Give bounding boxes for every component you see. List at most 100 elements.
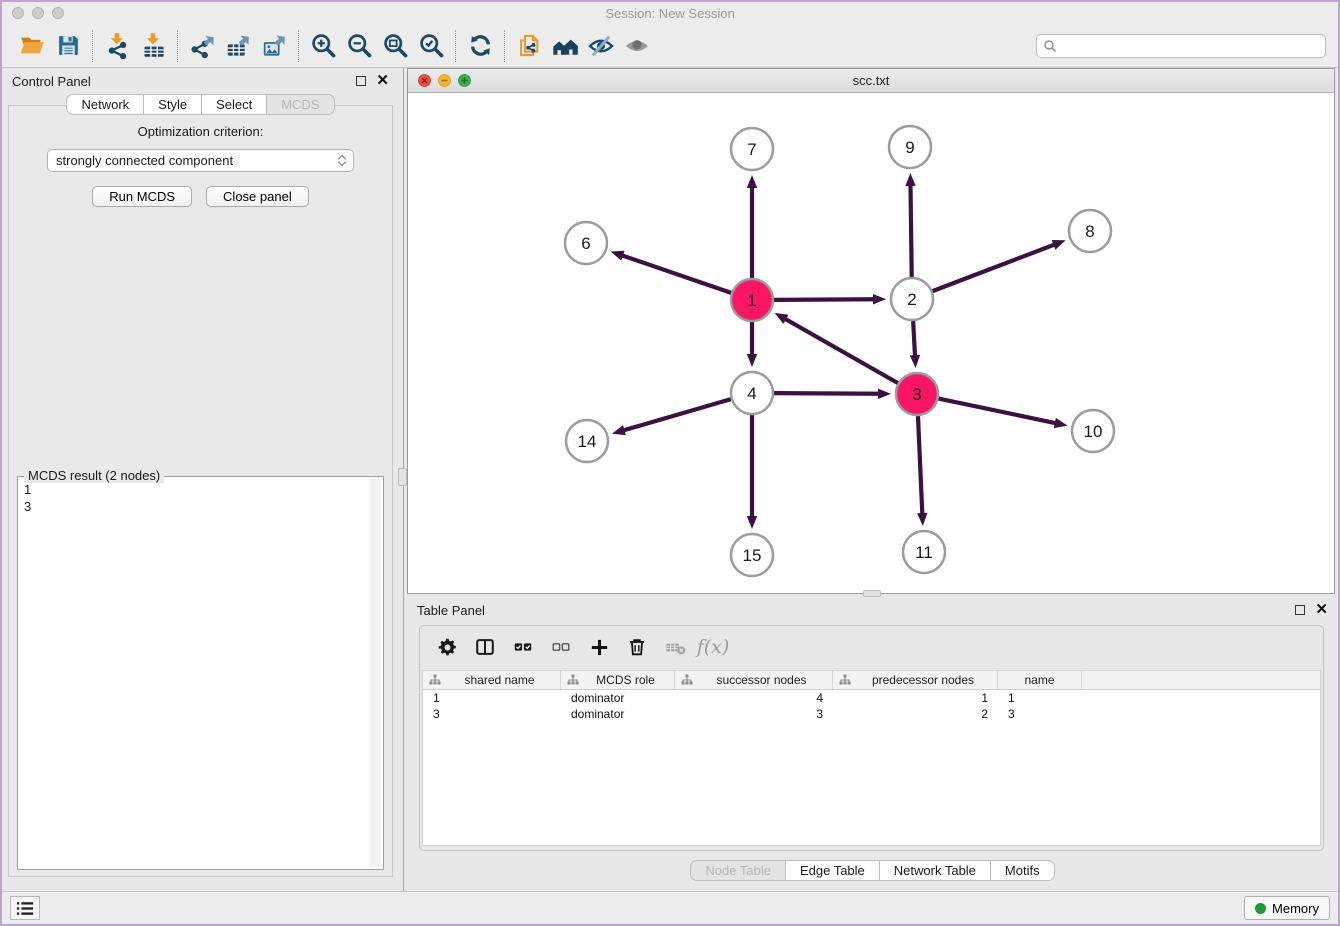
zoom-out-icon[interactable] [341, 28, 377, 64]
table-cell[interactable]: 1 [998, 691, 1082, 705]
result-scrollbar[interactable] [370, 479, 381, 867]
optimization-criterion-dropdown[interactable]: strongly connected component [47, 149, 354, 172]
table-row[interactable]: 1dominator411 [423, 690, 1320, 706]
table-cell[interactable]: 3 [998, 707, 1082, 721]
edge-2-9[interactable] [910, 184, 911, 277]
window-titlebar: Session: New Session [2, 2, 1338, 24]
node-label: 14 [578, 432, 597, 451]
edge-1-2[interactable] [774, 299, 875, 300]
tab-style[interactable]: Style [143, 94, 202, 115]
search-field[interactable] [1036, 34, 1326, 58]
tab-edge-table[interactable]: Edge Table [785, 860, 880, 881]
deselect-all-checkboxes-icon[interactable] [542, 629, 580, 665]
network-title: scc.txt [853, 73, 890, 88]
gear-icon[interactable] [428, 629, 466, 665]
tab-motifs[interactable]: Motifs [990, 860, 1055, 881]
minimize-network-icon[interactable] [438, 74, 451, 87]
control-panel-header: Control Panel ✕ [2, 68, 399, 94]
table-cell[interactable]: 3 [675, 707, 833, 721]
edge-3-1[interactable] [784, 318, 898, 383]
show-all-networks-icon[interactable] [547, 28, 583, 64]
minimize-window-icon[interactable] [32, 7, 44, 19]
horizontal-splitter-handle[interactable] [863, 590, 881, 597]
column-header-mcds-role[interactable]: MCDS role [561, 671, 675, 689]
table-cell[interactable]: dominator [561, 691, 675, 705]
tab-select[interactable]: Select [201, 94, 267, 115]
tab-node-table[interactable]: Node Table [690, 860, 786, 881]
column-header-shared-name[interactable]: shared name [423, 671, 561, 689]
run-mcds-button[interactable]: Run MCDS [92, 186, 192, 207]
vertical-splitter[interactable] [403, 68, 404, 891]
import-network-icon[interactable] [99, 28, 135, 64]
edge-1-6[interactable] [621, 255, 731, 293]
search-input[interactable] [1061, 39, 1319, 53]
show-selected-icon[interactable] [619, 28, 655, 64]
maximize-network-icon[interactable] [458, 74, 471, 87]
close-panel-icon[interactable]: ✕ [376, 76, 389, 86]
tab-mcds[interactable]: MCDS [266, 94, 334, 115]
save-session-icon[interactable] [50, 28, 86, 64]
table-cell[interactable]: 1 [833, 691, 998, 705]
edge-3-10[interactable] [939, 399, 1057, 424]
column-header-name[interactable]: name [998, 671, 1082, 689]
add-column-icon[interactable] [580, 629, 618, 665]
close-window-icon[interactable] [12, 7, 24, 19]
close-network-icon[interactable] [418, 74, 431, 87]
select-all-checkboxes-icon[interactable] [504, 629, 542, 665]
export-table-icon[interactable] [220, 28, 256, 64]
table-cell[interactable]: dominator [561, 707, 675, 721]
open-file-icon[interactable] [14, 28, 50, 64]
node-table[interactable]: shared nameMCDS rolesuccessor nodesprede… [422, 670, 1321, 846]
node-label: 15 [743, 546, 762, 565]
memory-status-icon [1255, 903, 1266, 914]
edge-4-14[interactable] [623, 399, 731, 431]
delete-column-icon[interactable] [618, 629, 656, 665]
mcds-result-text[interactable]: 13 [22, 479, 369, 867]
main-toolbar [2, 24, 1338, 68]
import-table-icon[interactable] [135, 28, 171, 64]
network-window-titlebar: scc.txt [408, 69, 1334, 93]
list-icon [16, 901, 34, 916]
arrowhead-icon [747, 516, 757, 529]
close-table-panel-icon[interactable]: ✕ [1315, 605, 1328, 615]
zoom-fit-icon[interactable] [377, 28, 413, 64]
network-canvas[interactable]: 7968124314101511 [408, 93, 1334, 593]
status-bar: Memory [2, 891, 1338, 924]
delete-table-icon [656, 629, 694, 665]
tab-network[interactable]: Network [66, 94, 144, 115]
memory-button[interactable]: Memory [1244, 896, 1330, 920]
table-cell[interactable]: 2 [833, 707, 998, 721]
export-network-icon[interactable] [184, 28, 220, 64]
edge-2-8[interactable] [933, 244, 1056, 291]
arrowhead-icon [775, 313, 789, 324]
zoom-in-icon[interactable] [305, 28, 341, 64]
column-header-predecessor-nodes[interactable]: predecessor nodes [833, 671, 998, 689]
task-history-button[interactable] [10, 896, 40, 920]
column-header-successor-nodes[interactable]: successor nodes [675, 671, 833, 689]
node-label: 8 [1085, 222, 1094, 241]
zoom-selected-icon[interactable] [413, 28, 449, 64]
tab-network-table[interactable]: Network Table [879, 860, 991, 881]
splitter-handle[interactable] [398, 468, 407, 486]
refresh-view-icon[interactable] [462, 28, 498, 64]
table-cell[interactable]: 1 [423, 691, 561, 705]
hide-selected-icon[interactable] [583, 28, 619, 64]
fx-label: f(x) [697, 636, 730, 658]
float-panel-icon[interactable] [356, 76, 366, 86]
edge-3-11[interactable] [918, 416, 922, 515]
float-table-panel-icon[interactable] [1295, 605, 1305, 615]
table-cell[interactable]: 4 [675, 691, 833, 705]
table-row[interactable]: 3dominator323 [423, 706, 1320, 722]
network-graph[interactable]: 7968124314101511 [408, 93, 1334, 593]
split-columns-icon[interactable] [466, 629, 504, 665]
arrowhead-icon [1052, 240, 1066, 250]
close-panel-button[interactable]: Close panel [206, 186, 309, 207]
node-label: 1 [747, 291, 756, 310]
zoom-window-icon[interactable] [52, 7, 64, 19]
clone-network-icon[interactable] [511, 28, 547, 64]
export-image-icon[interactable] [256, 28, 292, 64]
table-cell[interactable]: 3 [423, 707, 561, 721]
edge-2-3[interactable] [913, 321, 915, 357]
edge-4-3[interactable] [774, 393, 880, 394]
chevron-updown-icon [339, 156, 345, 165]
